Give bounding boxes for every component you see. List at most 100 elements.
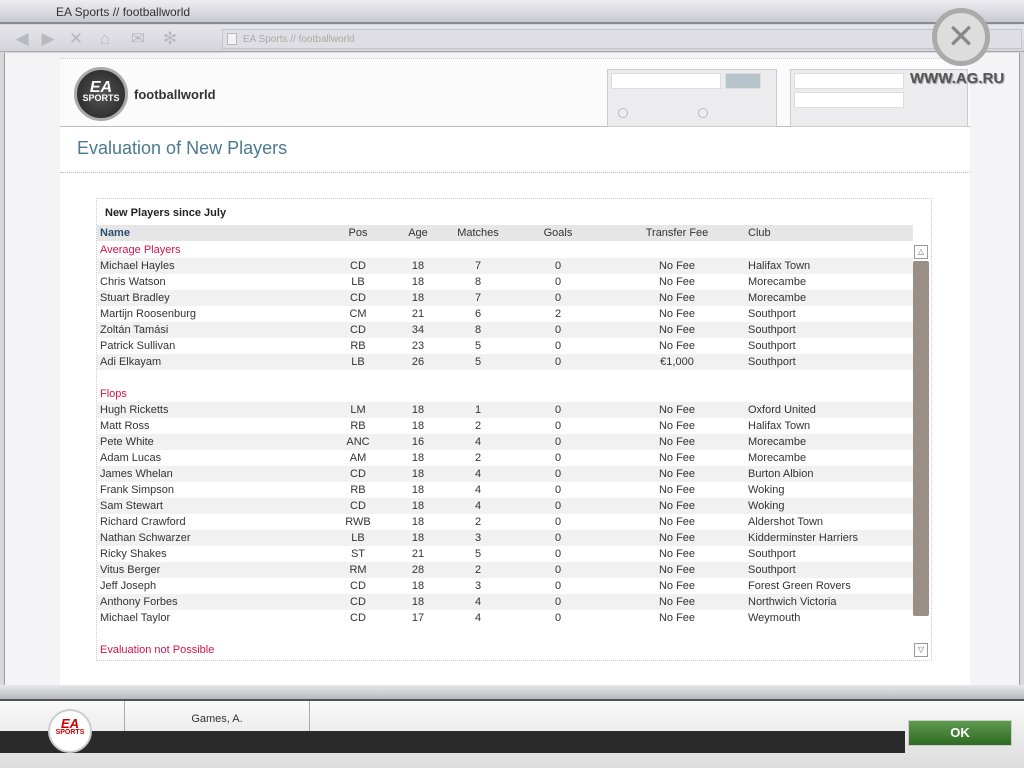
table-row[interactable]: Frank SimpsonRB1840No FeeWoking (97, 482, 913, 498)
player-club: Southport (748, 562, 796, 578)
player-name: Richard Crawford (100, 514, 186, 530)
search-button[interactable] (725, 73, 761, 89)
player-goals: 0 (528, 354, 588, 370)
footer-band (0, 731, 905, 753)
player-club: Morecambe (748, 434, 806, 450)
login-input-2[interactable] (794, 92, 904, 108)
table-row[interactable]: Chris WatsonLB1880No FeeMorecambe (97, 274, 913, 290)
table-row[interactable]: Adi ElkayamLB2650€1,000Southport (97, 354, 913, 370)
watermark-text: WWW.AG.RU (910, 70, 1004, 87)
col-name[interactable]: Name (100, 225, 130, 241)
table-row[interactable]: Sam StewartCD1840No FeeWoking (97, 498, 913, 514)
col-transfer-fee[interactable]: Transfer Fee (627, 225, 727, 241)
table-row[interactable]: Zoltán TamásiCD3480No FeeSouthport (97, 322, 913, 338)
footer-bar: EASPORTS Games, A. OK (0, 701, 1024, 768)
player-matches: 8 (448, 322, 508, 338)
scrollbar-thumb[interactable] (913, 261, 929, 616)
player-pos: LM (338, 402, 378, 418)
back-icon[interactable]: ◀ (12, 29, 32, 49)
player-pos: CD (338, 610, 378, 626)
player-age: 34 (398, 322, 438, 338)
section-label: Average Players (100, 242, 181, 258)
table-header-row: Name Pos Age Matches Goals Transfer Fee … (97, 225, 913, 241)
section-label: Evaluation not Possible (100, 642, 214, 658)
col-club[interactable]: Club (748, 225, 771, 241)
player-age: 23 (398, 338, 438, 354)
col-age[interactable]: Age (398, 225, 438, 241)
table-row[interactable]: Matt RossRB1820No FeeHalifax Town (97, 418, 913, 434)
player-name: Vitus Berger (100, 562, 160, 578)
player-name: Matt Ross (100, 418, 150, 434)
forward-icon[interactable]: ▶ (38, 29, 58, 49)
table-row[interactable]: Martijn RoosenburgCM2162No FeeSouthport (97, 306, 913, 322)
player-pos: LB (338, 530, 378, 546)
stop-icon[interactable]: ✕ (66, 29, 86, 49)
player-club: Forest Green Rovers (748, 578, 851, 594)
page-title: Evaluation of New Players (77, 138, 287, 159)
login-input-1[interactable] (794, 73, 904, 89)
player-club: Halifax Town (748, 418, 810, 434)
player-club: Morecambe (748, 290, 806, 306)
table-row[interactable]: Adam LucasAM1820No FeeMorecambe (97, 450, 913, 466)
scroll-down-button[interactable]: ▽ (914, 643, 928, 657)
player-matches: 6 (448, 306, 508, 322)
home-icon[interactable]: ⌂ (95, 29, 115, 49)
player-goals: 2 (528, 306, 588, 322)
radio-option-2[interactable] (698, 108, 708, 118)
player-fee: €1,000 (627, 354, 727, 370)
col-pos[interactable]: Pos (338, 225, 378, 241)
address-text: EA Sports // footballworld (243, 34, 355, 45)
player-age: 17 (398, 610, 438, 626)
player-matches: 2 (448, 418, 508, 434)
radio-option-1[interactable] (618, 108, 628, 118)
player-fee: No Fee (627, 306, 727, 322)
scroll-up-button[interactable]: △ (914, 245, 928, 259)
player-age: 18 (398, 514, 438, 530)
player-goals: 0 (528, 338, 588, 354)
table-row[interactable]: Ricky ShakesST2150No FeeSouthport (97, 546, 913, 562)
player-goals: 0 (528, 546, 588, 562)
address-bar[interactable]: EA Sports // footballworld (222, 29, 1022, 49)
player-age: 18 (398, 450, 438, 466)
ok-button[interactable]: OK (908, 720, 1012, 746)
player-matches: 2 (448, 562, 508, 578)
table-row[interactable]: James WhelanCD1840No FeeBurton Albion (97, 466, 913, 482)
table-row[interactable]: Patrick SullivanRB2350No FeeSouthport (97, 338, 913, 354)
search-input[interactable] (611, 73, 721, 89)
player-age: 18 (398, 530, 438, 546)
player-goals: 0 (528, 290, 588, 306)
table-row[interactable]: Nathan SchwarzerLB1830No FeeKidderminste… (97, 530, 913, 546)
table-row[interactable]: Anthony ForbesCD1840No FeeNorthwich Vict… (97, 594, 913, 610)
browser-toolbar: ◀ ▶ ✕ ⌂ ✉ ✻ EA Sports // footballworld (0, 25, 1024, 52)
player-goals: 0 (528, 578, 588, 594)
table-row[interactable]: Richard CrawfordRWB1820No FeeAldershot T… (97, 514, 913, 530)
table-row[interactable]: Pete WhiteANC1640No FeeMorecambe (97, 434, 913, 450)
player-goals: 0 (528, 402, 588, 418)
brand-name: footballworld (134, 87, 216, 102)
table-row[interactable]: Michael TaylorCD1740No FeeWeymouth (97, 610, 913, 626)
player-matches: 2 (448, 514, 508, 530)
settings-icon[interactable]: ✻ (160, 29, 180, 49)
players-table: New Players since July Name Pos Age Matc… (96, 198, 932, 661)
mail-icon[interactable]: ✉ (128, 29, 148, 49)
player-club: Aldershot Town (748, 514, 823, 530)
player-goals: 0 (528, 258, 588, 274)
player-age: 16 (398, 434, 438, 450)
player-age: 18 (398, 402, 438, 418)
table-row[interactable]: Jeff JosephCD1830No FeeForest Green Rove… (97, 578, 913, 594)
title-area: Evaluation of New Players (60, 127, 970, 173)
player-fee: No Fee (627, 322, 727, 338)
player-club: Southport (748, 306, 796, 322)
player-age: 28 (398, 562, 438, 578)
col-goals[interactable]: Goals (528, 225, 588, 241)
table-row[interactable]: Stuart BradleyCD1870No FeeMorecambe (97, 290, 913, 306)
col-matches[interactable]: Matches (448, 225, 508, 241)
table-row[interactable]: Michael HaylesCD1870No FeeHalifax Town (97, 258, 913, 274)
player-pos: RB (338, 338, 378, 354)
table-row[interactable]: Hugh RickettsLM1810No FeeOxford United (97, 402, 913, 418)
player-pos: LB (338, 274, 378, 290)
player-pos: AM (338, 450, 378, 466)
player-pos: CD (338, 498, 378, 514)
player-club: Southport (748, 546, 796, 562)
table-row[interactable]: Vitus BergerRM2820No FeeSouthport (97, 562, 913, 578)
